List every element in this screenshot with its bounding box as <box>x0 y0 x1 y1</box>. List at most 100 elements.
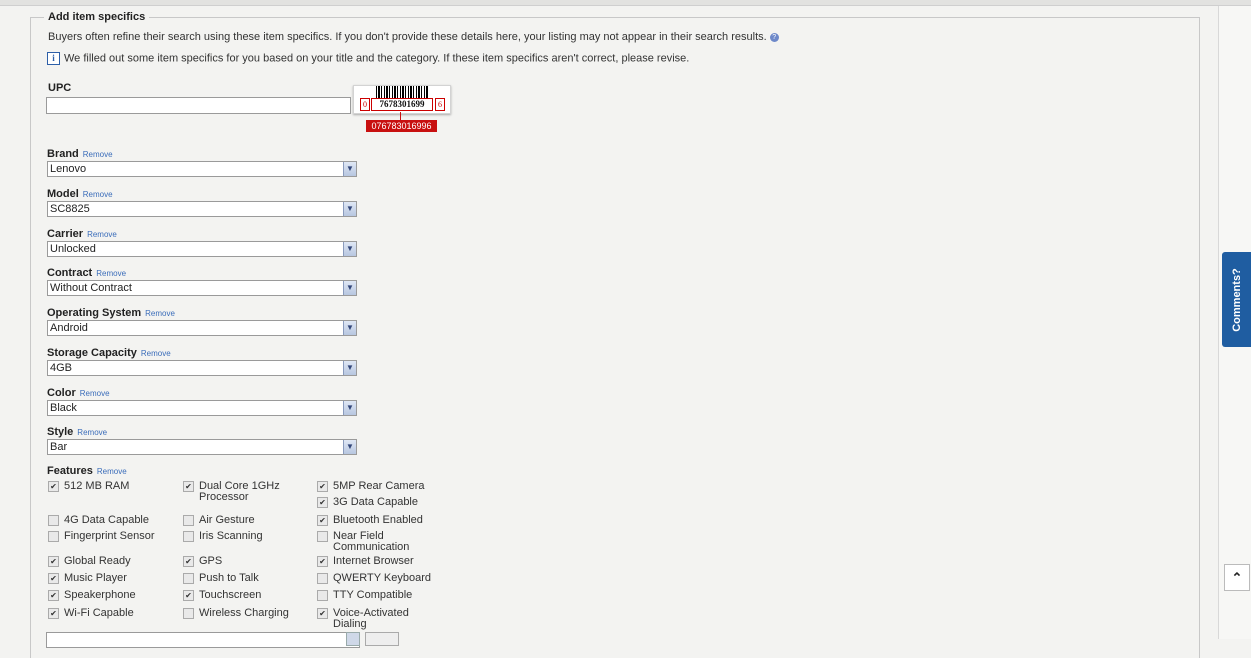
checkbox-unchecked-icon[interactable] <box>317 531 328 542</box>
feature-checkbox[interactable]: ✔ Global Ready <box>48 556 131 567</box>
operating-system-select[interactable]: Android ▼ <box>47 320 357 336</box>
remove-link[interactable]: Remove <box>83 190 113 199</box>
checkbox-unchecked-icon[interactable] <box>48 515 59 526</box>
checkbox-checked-icon[interactable]: ✔ <box>48 590 59 601</box>
checkbox-checked-icon[interactable]: ✔ <box>48 556 59 567</box>
chevron-down-icon[interactable]: ▼ <box>343 162 356 176</box>
select-value: Black <box>50 402 77 414</box>
feature-label: 4G Data Capable <box>64 514 149 526</box>
checkbox-checked-icon[interactable]: ✔ <box>183 590 194 601</box>
feature-label: Bluetooth Enabled <box>333 514 423 526</box>
feature-checkbox[interactable]: ✔ Voice-Activated Dialing <box>317 608 433 630</box>
checkbox-checked-icon[interactable]: ✔ <box>183 481 194 492</box>
field-label: Contract <box>47 267 93 279</box>
chevron-down-icon[interactable]: ▼ <box>343 242 356 256</box>
help-text: Buyers often refine their search using t… <box>48 31 779 43</box>
feature-label: Push to Talk <box>199 572 259 584</box>
chevron-down-icon[interactable]: ▼ <box>343 202 356 216</box>
remove-link[interactable]: Remove <box>96 269 126 278</box>
checkbox-unchecked-icon[interactable] <box>183 608 194 619</box>
chevron-down-icon[interactable]: ▼ <box>343 401 356 415</box>
checkbox-unchecked-icon[interactable] <box>183 573 194 584</box>
feature-label: Fingerprint Sensor <box>64 530 155 542</box>
checkbox-checked-icon[interactable]: ✔ <box>317 556 328 567</box>
model-select[interactable]: SC8825 ▼ <box>47 201 357 217</box>
feature-checkbox[interactable]: Air Gesture <box>183 515 255 526</box>
remove-link[interactable]: Remove <box>141 349 171 358</box>
feature-checkbox[interactable]: ✔ Speakerphone <box>48 590 136 601</box>
feature-checkbox[interactable]: ✔ GPS <box>183 556 222 567</box>
feature-label: Touchscreen <box>199 589 262 601</box>
feature-checkbox[interactable]: ✔ 3G Data Capable <box>317 497 418 508</box>
contract-select[interactable]: Without Contract ▼ <box>47 280 357 296</box>
remove-link[interactable]: Remove <box>83 150 113 159</box>
remove-link[interactable]: Remove <box>145 309 175 318</box>
brand-select[interactable]: Lenovo ▼ <box>47 161 357 177</box>
select-value: Lenovo <box>50 163 87 175</box>
checkbox-unchecked-icon[interactable] <box>317 590 328 601</box>
info-text: We filled out some item specifics for yo… <box>64 52 690 65</box>
select-value: 4GB <box>50 362 73 374</box>
checkbox-unchecked-icon[interactable] <box>48 531 59 542</box>
chevron-down-icon[interactable]: ▼ <box>343 321 356 335</box>
field-storage-capacity: Storage Capacity Remove 4GB ▼ <box>47 347 357 376</box>
feature-label: Air Gesture <box>199 514 255 526</box>
feature-label: Wireless Charging <box>199 607 289 619</box>
feature-checkbox[interactable]: Wireless Charging <box>183 608 289 619</box>
chevron-down-icon[interactable]: ▼ <box>343 440 356 454</box>
feature-checkbox[interactable]: 4G Data Capable <box>48 515 149 526</box>
barcode-bars <box>376 86 429 98</box>
checkbox-unchecked-icon[interactable] <box>183 515 194 526</box>
style-select[interactable]: Bar ▼ <box>47 439 357 455</box>
feature-checkbox[interactable]: QWERTY Keyboard <box>317 573 431 584</box>
select-value: Unlocked <box>50 243 96 255</box>
feature-label: 512 MB RAM <box>64 480 130 492</box>
feature-checkbox[interactable]: ✔ 5MP Rear Camera <box>317 481 425 492</box>
feature-checkbox[interactable]: ✔ Music Player <box>48 573 127 584</box>
carrier-select[interactable]: Unlocked ▼ <box>47 241 357 257</box>
color-select[interactable]: Black ▼ <box>47 400 357 416</box>
remove-link[interactable]: Remove <box>77 428 107 437</box>
remove-link[interactable]: Remove <box>87 230 117 239</box>
checkbox-unchecked-icon[interactable] <box>183 531 194 542</box>
section-legend: Add item specifics <box>44 11 150 23</box>
add-button[interactable] <box>365 632 399 646</box>
custom-specific-input[interactable] <box>46 632 360 648</box>
feature-checkbox[interactable]: TTY Compatible <box>317 590 412 601</box>
barcode-tag: 076783016996 <box>366 120 437 132</box>
feature-checkbox[interactable]: ✔ Bluetooth Enabled <box>317 515 423 526</box>
checkbox-checked-icon[interactable]: ✔ <box>317 608 328 619</box>
upc-label: UPC <box>48 82 72 94</box>
feature-label: 5MP Rear Camera <box>333 480 425 492</box>
comments-tab[interactable]: Comments? <box>1222 252 1251 347</box>
checkbox-checked-icon[interactable]: ✔ <box>183 556 194 567</box>
checkbox-checked-icon[interactable]: ✔ <box>317 515 328 526</box>
help-icon[interactable]: ? <box>769 32 779 42</box>
chevron-down-icon[interactable]: ▼ <box>343 281 356 295</box>
feature-checkbox[interactable]: Push to Talk <box>183 573 259 584</box>
storage-capacity-select[interactable]: 4GB ▼ <box>47 360 357 376</box>
feature-checkbox[interactable]: Fingerprint Sensor <box>48 531 155 542</box>
remove-link[interactable]: Remove <box>97 467 127 476</box>
checkbox-checked-icon[interactable]: ✔ <box>317 497 328 508</box>
feature-checkbox[interactable]: ✔ Internet Browser <box>317 556 414 567</box>
checkbox-checked-icon[interactable]: ✔ <box>48 573 59 584</box>
checkbox-checked-icon[interactable]: ✔ <box>317 481 328 492</box>
feature-label: Voice-Activated Dialing <box>333 607 409 630</box>
feature-checkbox[interactable]: Near Field Communication <box>317 531 433 553</box>
chevron-up-icon[interactable]: ⌃ <box>1224 564 1250 591</box>
feature-checkbox[interactable]: ✔ Wi-Fi Capable <box>48 608 134 619</box>
feature-checkbox[interactable]: ✔ Touchscreen <box>183 590 261 601</box>
features-label: Features Remove <box>47 465 127 477</box>
feature-checkbox[interactable]: ✔ Dual Core 1GHz Processor <box>183 481 299 503</box>
checkbox-checked-icon[interactable]: ✔ <box>48 481 59 492</box>
dropdown-button[interactable] <box>346 632 360 646</box>
checkbox-checked-icon[interactable]: ✔ <box>48 608 59 619</box>
feature-checkbox[interactable]: ✔ 512 MB RAM <box>48 481 129 492</box>
upc-input[interactable] <box>46 97 351 114</box>
remove-link[interactable]: Remove <box>80 389 110 398</box>
checkbox-unchecked-icon[interactable] <box>317 573 328 584</box>
field-label: Carrier <box>47 228 84 240</box>
feature-checkbox[interactable]: Iris Scanning <box>183 531 263 542</box>
chevron-down-icon[interactable]: ▼ <box>343 361 356 375</box>
